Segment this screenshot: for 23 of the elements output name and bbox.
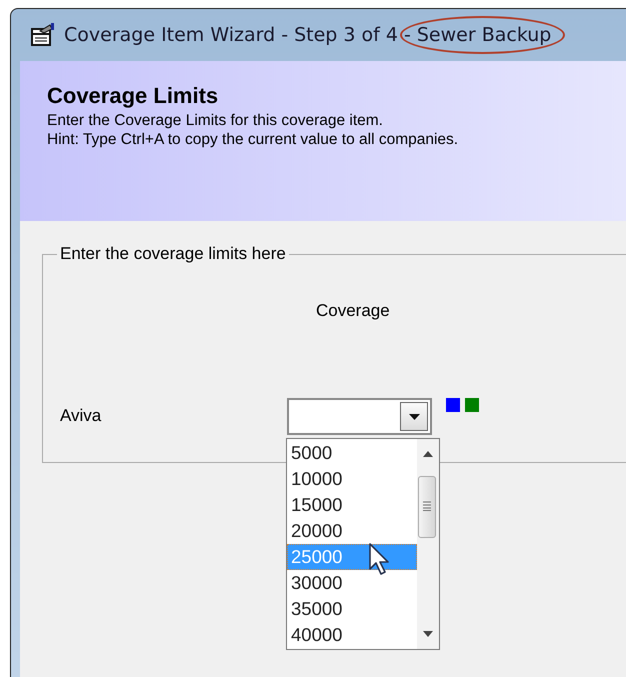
dropdown-option[interactable]: 35000: [287, 596, 417, 622]
form-icon: [30, 23, 56, 47]
window-title: Coverage Item Wizard - Step 3 of 4: [64, 24, 398, 46]
circled-title-text: - Sewer Backup: [400, 16, 566, 54]
instruction-text: Enter the Coverage Limits for this coverage item.: [47, 111, 384, 130]
dropdown-option[interactable]: 15000: [287, 492, 417, 518]
group-legend: Enter the coverage limits here: [57, 244, 289, 264]
scroll-up-icon[interactable]: [423, 451, 433, 457]
instruction-text: Hint: Type Ctrl+A to copy the current value to all companies.: [47, 130, 460, 149]
company-label: Aviva: [60, 406, 102, 426]
dropdown-option[interactable]: 30000: [287, 570, 417, 596]
dropdown-option[interactable]: 20000: [287, 518, 417, 544]
column-header: Coverage: [316, 301, 390, 321]
dropdown-option[interactable]: 10000: [287, 466, 417, 492]
coverage-dropdown[interactable]: [287, 398, 432, 435]
page-heading: Coverage Limits: [47, 83, 220, 109]
dropdown-option[interactable]: 5000: [287, 440, 417, 466]
dropdown-option[interactable]: 40000: [287, 622, 417, 648]
dropdown-button[interactable]: [400, 402, 428, 431]
scroll-down-icon[interactable]: [423, 631, 433, 637]
scroll-thumb[interactable]: [418, 476, 436, 538]
scrollbar[interactable]: [417, 439, 439, 649]
caret-icon: [408, 414, 420, 420]
